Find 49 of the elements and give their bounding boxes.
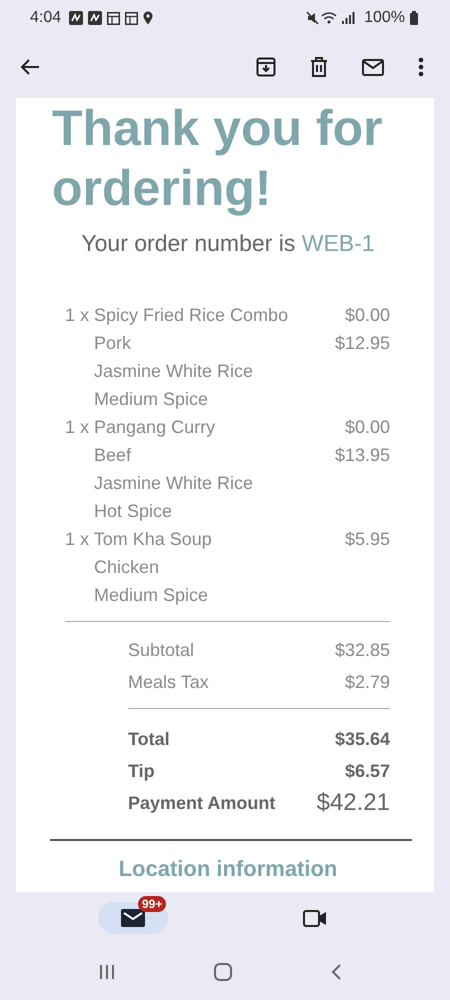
item-option: Medium Spice <box>94 581 208 609</box>
subtotal-value: $2.79 <box>344 671 390 694</box>
location-heading: Location information <box>118 855 338 883</box>
item-price: $0.00 <box>344 416 390 439</box>
mail-icon <box>121 909 145 927</box>
subtotal-value: $32.85 <box>334 639 390 662</box>
recent-apps-icon[interactable] <box>99 964 116 980</box>
item-option: Hot Spice <box>94 497 172 525</box>
option-price: $13.95 <box>334 444 390 467</box>
back-nav-icon[interactable] <box>330 964 341 980</box>
home-icon[interactable] <box>214 963 232 981</box>
total-value: $35.64 <box>334 728 390 751</box>
battery-level: 100% <box>364 9 405 27</box>
order-number-text: Your order number is WEB-1 <box>80 230 376 257</box>
delete-icon[interactable] <box>310 57 328 77</box>
item-option: Beef <box>94 441 132 469</box>
total-label: Payment Amount <box>128 792 276 815</box>
news-notification-icon <box>125 12 138 24</box>
item-name: 1 x Tom Kha Soup <box>65 528 212 551</box>
item-option: Pork <box>94 329 132 357</box>
system-status-icons <box>306 11 356 25</box>
option-price: $12.95 <box>334 332 390 355</box>
mail-icon[interactable] <box>362 58 384 76</box>
app-notification-icon <box>88 11 102 25</box>
item-option: Jasmine White Rice <box>94 469 254 497</box>
item-name: 1 x Spicy Fried Rice Combo <box>65 304 288 327</box>
video-icon <box>303 910 327 926</box>
item-option: Jasmine White Rice <box>94 357 254 385</box>
app-notification-icon <box>69 11 84 25</box>
subtotal-label: Meals Tax <box>128 671 209 694</box>
thank-you-heading: Thank you for ordering! <box>52 99 384 218</box>
item-price: $0.00 <box>344 304 390 327</box>
total-value: $6.57 <box>344 760 390 783</box>
back-icon[interactable] <box>20 59 40 75</box>
item-option: Chicken <box>94 553 160 581</box>
item-price: $5.95 <box>344 528 390 551</box>
battery-icon <box>410 11 418 25</box>
total-label: Total <box>128 728 170 751</box>
item-option: Medium Spice <box>94 385 208 413</box>
status-time: 4:04 <box>30 9 62 27</box>
unread-badge: 99+ <box>138 896 166 912</box>
archive-icon[interactable] <box>256 57 276 77</box>
more-icon[interactable] <box>418 57 424 77</box>
subtotal-label: Subtotal <box>128 639 194 662</box>
total-label: Tip <box>128 760 155 783</box>
news-notification-icon <box>107 12 120 24</box>
location-icon <box>143 11 154 25</box>
total-value: $42.21 <box>316 788 390 818</box>
item-name: 1 x Pangang Curry <box>65 416 216 439</box>
